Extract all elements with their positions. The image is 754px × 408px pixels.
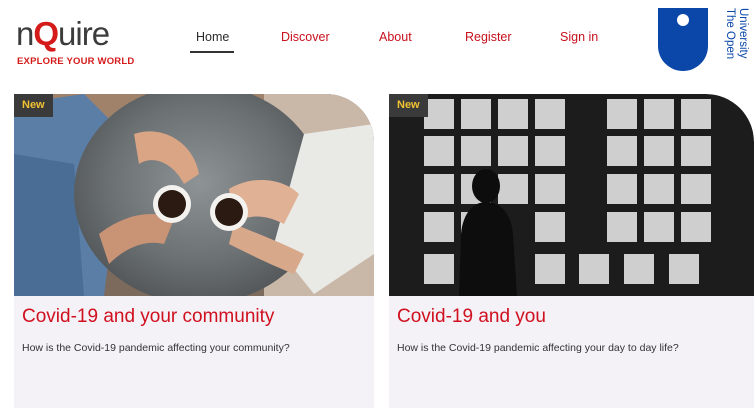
card-title[interactable]: Covid-19 and your community bbox=[22, 306, 274, 328]
logo-wordmark: nQuire bbox=[16, 15, 110, 52]
card-title[interactable]: Covid-19 and you bbox=[397, 306, 546, 328]
nav-home[interactable]: Home bbox=[196, 30, 229, 44]
nav-about[interactable]: About bbox=[379, 30, 412, 44]
card-description: How is the Covid-19 pandemic affecting y… bbox=[22, 342, 290, 354]
ou-text-line1: The Open bbox=[724, 8, 736, 59]
card-image-window[interactable]: New bbox=[389, 94, 754, 296]
nav-sign-in[interactable]: Sign in bbox=[560, 30, 598, 44]
nquire-logo[interactable]: nQuire EXPLORE YOUR WORLD bbox=[16, 14, 146, 70]
new-badge: New bbox=[14, 94, 53, 117]
project-card-you[interactable]: New Covid-19 and you How is the Covid-19… bbox=[389, 94, 754, 408]
logo-tagline: EXPLORE YOUR WORLD bbox=[17, 56, 135, 67]
nav-active-indicator bbox=[190, 51, 234, 53]
card-image-coffee[interactable]: New bbox=[14, 94, 374, 296]
nav-register[interactable]: Register bbox=[465, 30, 512, 44]
nav-discover[interactable]: Discover bbox=[281, 30, 330, 44]
project-card-community[interactable]: New Covid-19 and your community How is t… bbox=[14, 94, 374, 408]
card-description: How is the Covid-19 pandemic affecting y… bbox=[397, 342, 679, 354]
site-header: nQuire EXPLORE YOUR WORLD Home Discover … bbox=[0, 0, 754, 88]
new-badge: New bbox=[389, 94, 428, 117]
ou-text-line2: University bbox=[737, 8, 749, 59]
open-university-logo[interactable]: The Open University bbox=[656, 6, 750, 72]
